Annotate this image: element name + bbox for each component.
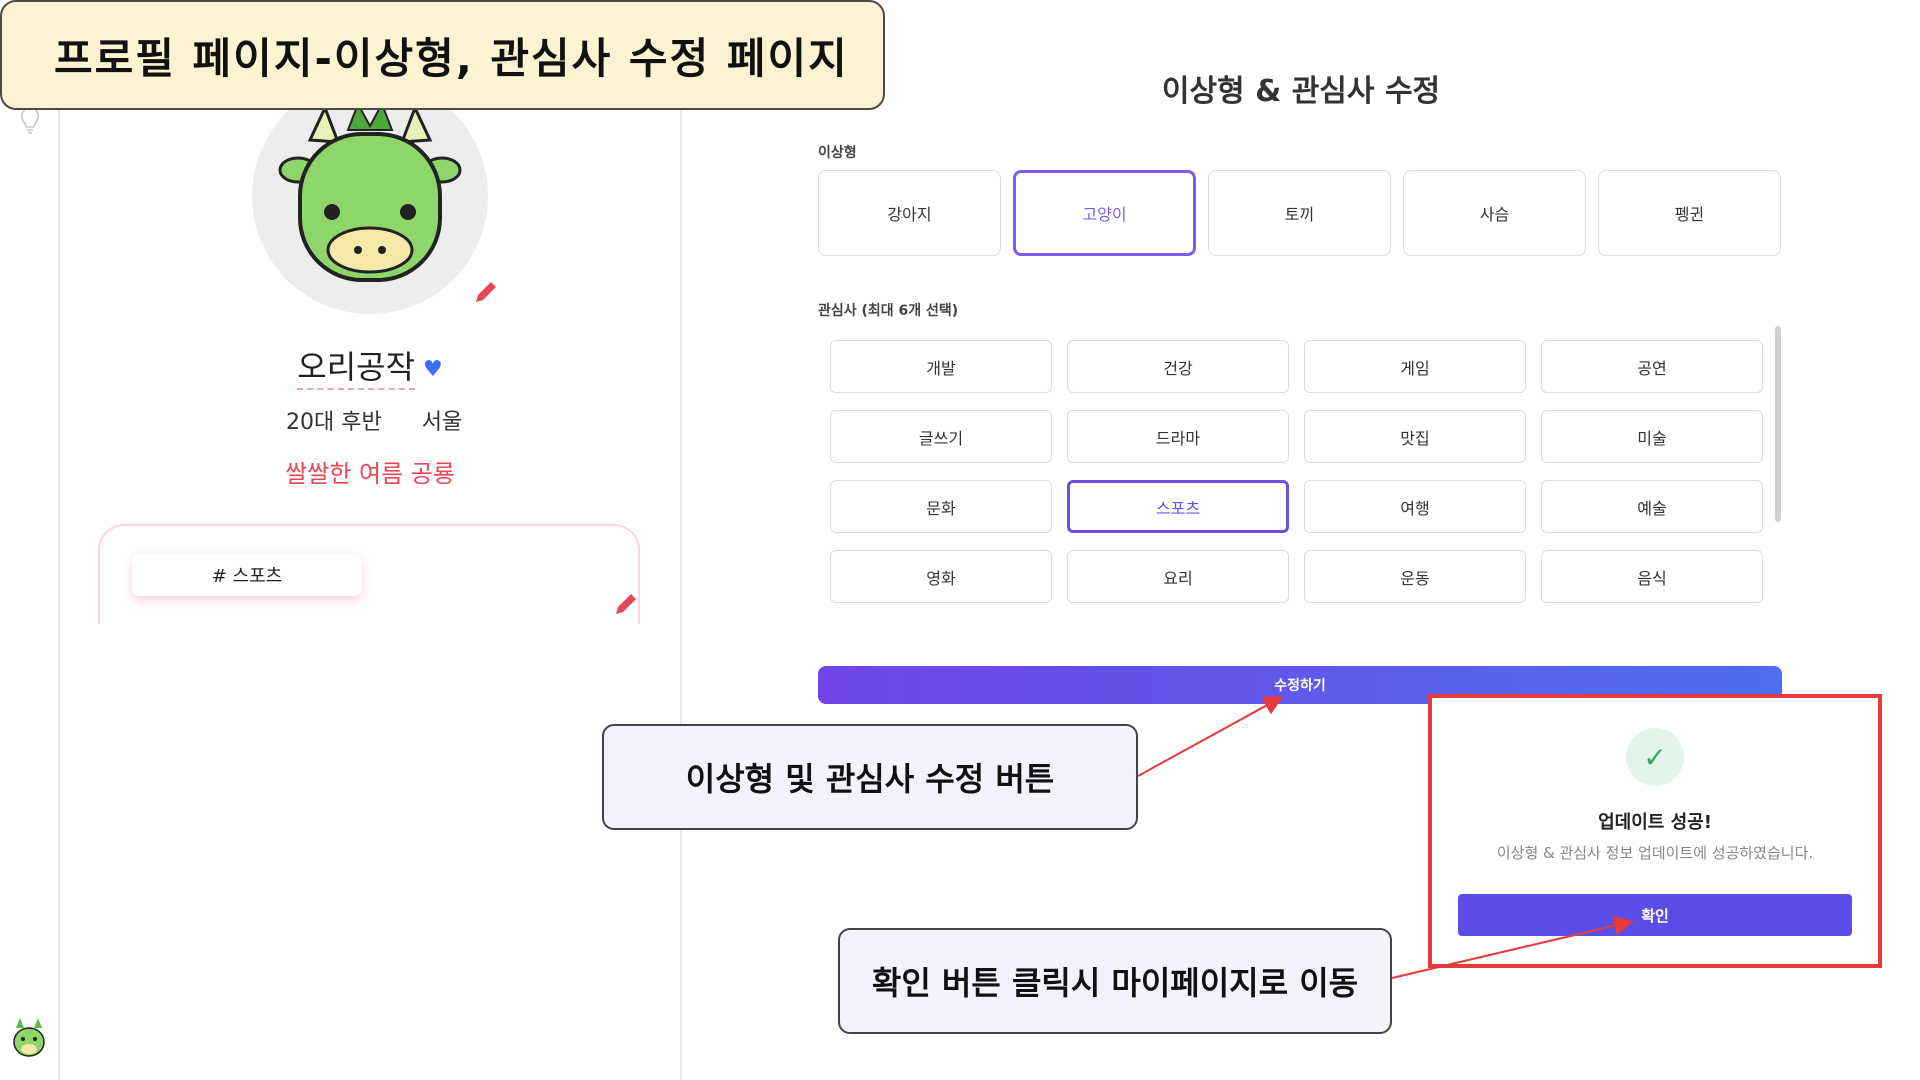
- interest-option[interactable]: 글쓰기: [830, 410, 1052, 463]
- dinosaur-avatar: [278, 101, 462, 282]
- lightbulb-icon[interactable]: [18, 106, 42, 136]
- interest-option[interactable]: 예술: [1541, 480, 1763, 533]
- interest-option[interactable]: 운동: [1304, 550, 1526, 603]
- profile-nickname-row: 오리공작 ♥: [0, 342, 740, 390]
- annotation-confirm-text: 확인 버튼 클릭시 마이페이지로 이동: [871, 964, 1359, 1002]
- ideal-type-option[interactable]: 사슴: [1403, 170, 1586, 256]
- interest-option[interactable]: 개발: [830, 340, 1052, 393]
- ideal-type-label: 이상형: [818, 145, 857, 161]
- interests-label: 관심사 (최대 6개 선택): [818, 303, 959, 319]
- nickname: 오리공작: [297, 348, 416, 390]
- arrow-to-submit: [1137, 696, 1284, 777]
- interest-option[interactable]: 드라마: [1067, 410, 1289, 463]
- interest-option[interactable]: 건강: [1067, 340, 1289, 393]
- confirm-button[interactable]: 확인: [1458, 894, 1852, 936]
- profile-meta: 20대 후반 서울: [286, 404, 462, 436]
- mini-dinosaur-avatar[interactable]: [8, 1016, 50, 1060]
- interest-option[interactable]: 문화: [830, 480, 1052, 533]
- status-message: 쌀쌀한 여름 공룡: [285, 460, 455, 488]
- edit-interest-pencil-icon[interactable]: [612, 590, 640, 618]
- interest-options: 개발 건강 게임 공연글쓰기 드라마 맛집 미술문화 스포츠 여행 예술영화 요리 운동 음식: [830, 340, 1763, 603]
- modal-description: 이상형 & 관심사 정보 업데이트에 성공하였습니다.: [1496, 844, 1814, 862]
- check-icon: ✓: [1626, 728, 1684, 786]
- annotation-confirm-note: 확인 버튼 클릭시 마이페이지로 이동: [838, 928, 1392, 1034]
- ideal-type-option[interactable]: 펭귄: [1598, 170, 1781, 256]
- interest-tag-chip: # 스포츠: [132, 554, 362, 596]
- interest-option[interactable]: 맛집: [1304, 410, 1526, 463]
- interest-option[interactable]: 미술: [1541, 410, 1763, 463]
- ideal-type-option[interactable]: 강아지: [818, 170, 1001, 256]
- city: 서울: [421, 410, 463, 435]
- ideal-type-options: 강아지 고양이 토끼 사슴 펭귄: [818, 170, 1781, 256]
- interest-option[interactable]: 요리: [1067, 550, 1289, 603]
- interest-option[interactable]: 여행: [1304, 480, 1526, 533]
- left-nav-rail: [0, 0, 60, 1080]
- interest-option[interactable]: 게임: [1304, 340, 1526, 393]
- scrollbar[interactable]: [1775, 326, 1781, 522]
- annotation-submit-text: 이상형 및 관심사 수정 버튼: [685, 760, 1055, 798]
- heart-icon: ♥: [423, 356, 443, 382]
- edit-avatar-pencil-icon[interactable]: [472, 278, 500, 306]
- interest-option[interactable]: 공연: [1541, 340, 1763, 393]
- slide-title: 프로필 페이지-이상형, 관심사 수정 페이지: [54, 33, 849, 83]
- ideal-type-option[interactable]: 고양이: [1013, 170, 1196, 256]
- interest-option[interactable]: 영화: [830, 550, 1052, 603]
- annotation-submit-note: 이상형 및 관심사 수정 버튼: [602, 724, 1138, 830]
- modal-title: 업데이트 성공!: [1598, 812, 1712, 833]
- ideal-type-option[interactable]: 토끼: [1208, 170, 1391, 256]
- interest-option[interactable]: 스포츠: [1067, 480, 1289, 533]
- age-group: 20대 후반: [286, 410, 382, 435]
- panel-divider: [680, 0, 682, 1080]
- slide-title-banner: 프로필 페이지-이상형, 관심사 수정 페이지: [0, 0, 885, 110]
- interest-option[interactable]: 음식: [1541, 550, 1763, 603]
